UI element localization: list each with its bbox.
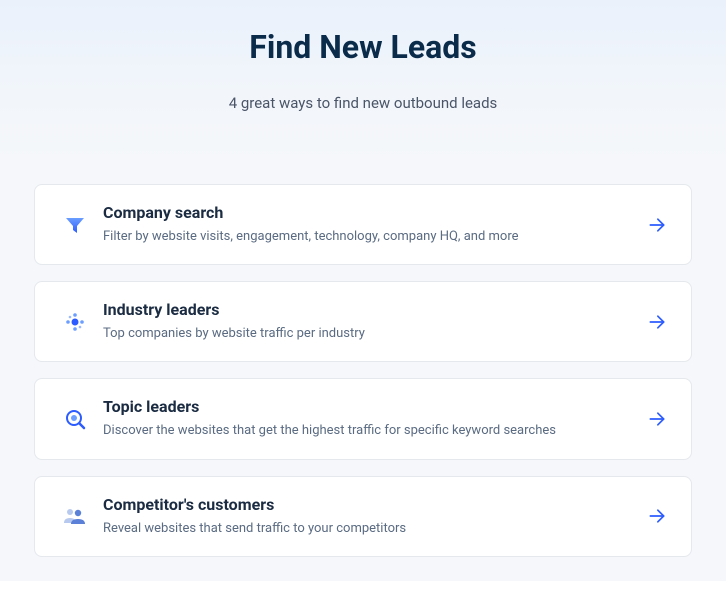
hero-section: Find New Leads 4 great ways to find new … bbox=[0, 0, 726, 160]
card-company-search[interactable]: Company search Filter by website visits,… bbox=[34, 184, 692, 265]
page-subtitle: 4 great ways to find new outbound leads bbox=[20, 94, 706, 112]
card-title: Company search bbox=[103, 203, 635, 222]
card-title: Industry leaders bbox=[103, 300, 635, 319]
funnel-icon bbox=[53, 213, 97, 237]
card-topic-leaders[interactable]: Topic leaders Discover the websites that… bbox=[34, 378, 692, 459]
arrow-right-icon bbox=[647, 506, 667, 526]
card-description: Top companies by website traffic per ind… bbox=[103, 325, 635, 343]
card-description: Filter by website visits, engagement, te… bbox=[103, 228, 635, 246]
card-title: Competitor's customers bbox=[103, 495, 635, 514]
users-icon bbox=[53, 504, 97, 528]
card-competitors-customers[interactable]: Competitor's customers Reveal websites t… bbox=[34, 476, 692, 557]
content-area: Company search Filter by website visits,… bbox=[0, 160, 726, 581]
card-description: Discover the websites that get the highe… bbox=[103, 422, 635, 440]
arrow-right-icon bbox=[647, 215, 667, 235]
arrow-right-icon bbox=[647, 312, 667, 332]
arrow-right-icon bbox=[647, 409, 667, 429]
page-title: Find New Leads bbox=[20, 28, 706, 66]
magnify-icon bbox=[53, 407, 97, 431]
network-icon bbox=[53, 310, 97, 334]
card-title: Topic leaders bbox=[103, 397, 635, 416]
card-description: Reveal websites that send traffic to you… bbox=[103, 520, 635, 538]
card-industry-leaders[interactable]: Industry leaders Top companies by websit… bbox=[34, 281, 692, 362]
